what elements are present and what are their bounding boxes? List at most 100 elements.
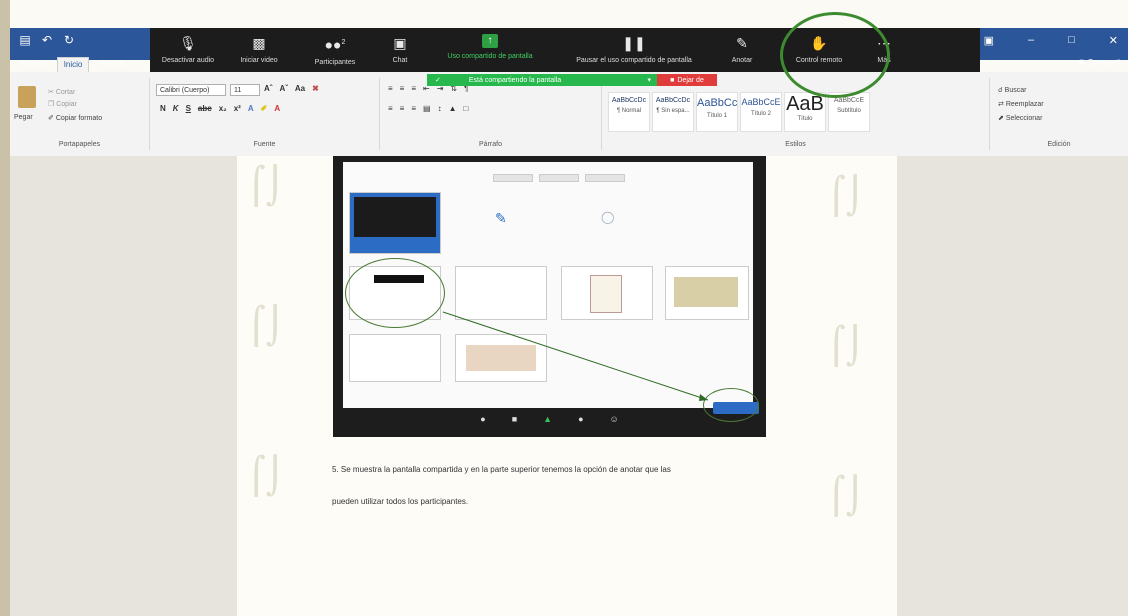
- editing-group-label: Edición: [1047, 141, 1071, 148]
- check-icon: ✓: [435, 77, 441, 84]
- align-center-icon[interactable]: ≡: [400, 104, 405, 113]
- italic-icon[interactable]: K: [173, 104, 179, 113]
- borders-icon[interactable]: □: [464, 104, 469, 113]
- stop-icon: ■: [670, 76, 675, 84]
- start-video-button[interactable]: ▩ Iniciar video: [226, 28, 292, 72]
- style-subtitle[interactable]: AaBbCcE Subtítulo: [828, 92, 870, 132]
- pause-icon: ❚❚: [622, 35, 646, 51]
- numbering-icon[interactable]: ≡: [400, 84, 405, 93]
- save-icon[interactable]: ▤: [18, 33, 32, 47]
- share-icon: ☯: [1078, 58, 1086, 67]
- change-case-icon[interactable]: Aa: [295, 84, 305, 93]
- style-sample: AaBbCcE: [741, 97, 781, 107]
- font-name-select[interactable]: Calibri (Cuerpo): [156, 84, 226, 96]
- clear-format-icon[interactable]: ✖: [312, 84, 319, 93]
- copy-button[interactable]: ❐ Copiar: [48, 100, 77, 108]
- stop-share-label: Dejar de: [677, 76, 704, 84]
- share-screen-label: Uso compartido de pantalla: [447, 53, 533, 60]
- stop-share-button[interactable]: ■ Dejar de: [657, 74, 717, 86]
- copy-label: Copiar: [56, 101, 77, 108]
- redo-icon[interactable]: ↻: [62, 33, 76, 47]
- share-button[interactable]: ☯ Comparti: [1078, 58, 1120, 67]
- select-button[interactable]: ⬈ Seleccionar: [998, 114, 1042, 122]
- style-title[interactable]: AaB Título: [784, 92, 826, 132]
- shrink-font-icon[interactable]: Aˇ: [279, 84, 287, 93]
- bullets-icon[interactable]: ≡: [388, 84, 393, 93]
- multilevel-icon[interactable]: ≡: [411, 84, 416, 93]
- tab-insertar[interactable]: Inserta: [93, 57, 129, 73]
- font-size-select[interactable]: 11: [230, 84, 260, 96]
- paste-icon[interactable]: [18, 86, 36, 108]
- align-left-icon[interactable]: ≡: [388, 104, 393, 113]
- minimize-icon[interactable]: –: [1028, 34, 1034, 47]
- participants-icon: ●: [480, 414, 486, 424]
- style-name: ¶ Sin espa...: [656, 108, 690, 114]
- style-no-spacing[interactable]: AaBbCcDc ¶ Sin espa...: [652, 92, 694, 132]
- participants-count-badge: 2: [341, 39, 346, 46]
- tab-inicio[interactable]: Inicio: [56, 57, 90, 73]
- grow-font-icon[interactable]: Aˆ: [264, 84, 272, 93]
- underline-icon[interactable]: S: [186, 104, 191, 113]
- paragraph-line-2: pueden utilizar todos los participantes.: [332, 497, 469, 506]
- find-label: Buscar: [1004, 87, 1027, 94]
- mute-audio-button[interactable]: 🎙 Desactivar audio: [150, 28, 226, 72]
- undo-icon[interactable]: ↶: [40, 33, 54, 47]
- annotate-label: Anotar: [731, 57, 753, 64]
- font-color-icon[interactable]: A: [274, 104, 280, 113]
- bold-icon[interactable]: N: [160, 104, 166, 113]
- find-button[interactable]: ☌ Buscar: [998, 86, 1026, 94]
- watermark-pattern: ⌠⌡: [827, 176, 865, 217]
- style-sample: AaBbCcDc: [611, 97, 647, 104]
- align-right-icon[interactable]: ≡: [411, 104, 416, 113]
- share-screen-button[interactable]: ↑ Uso compartido de pantalla: [422, 28, 558, 72]
- styles-group: AaBbCcDc ¶ Normal AaBbCcDc ¶ Sin espa... A…: [602, 78, 990, 150]
- embedded-screenshot: ✎ ◯ ● ■ ▲ ● ☺: [333, 156, 766, 437]
- paragraph-group: ≡ ≡ ≡ ⇤ ⇥ ⇅ ¶ ≡ ≡ ≡ ▤ ↕ ▲ □ Párrafo: [380, 78, 602, 150]
- format-painter-button[interactable]: ✐ Copiar formato: [48, 114, 102, 122]
- window-controls: ▣ – □ ✕: [984, 34, 1118, 47]
- watermark-pattern: ⌠⌡: [827, 326, 865, 367]
- shading-icon[interactable]: ▲: [449, 104, 457, 113]
- maximize-icon[interactable]: □: [1068, 34, 1075, 47]
- highlight-icon[interactable]: ✐: [261, 104, 268, 113]
- font-size-buttons: Aˆ Aˇ Aa ✖: [264, 84, 319, 93]
- annotate-highlight-circle: [780, 12, 890, 98]
- close-icon[interactable]: ✕: [1109, 34, 1118, 47]
- cut-button[interactable]: ✂ Cortar: [48, 88, 75, 96]
- pause-share-button[interactable]: ❚❚ Pausar el uso compartido de pantalla: [558, 28, 710, 72]
- chat-button[interactable]: ▣ Chat: [378, 28, 422, 72]
- justify-icon[interactable]: ▤: [423, 104, 431, 113]
- microphone-icon: 🎙: [179, 35, 197, 51]
- text-effects-icon[interactable]: A: [248, 104, 254, 113]
- share-screen-icon: ↑: [482, 34, 498, 48]
- clipboard-group-label: Portapapeles: [58, 141, 101, 148]
- style-normal[interactable]: AaBbCcDc ¶ Normal: [608, 92, 650, 132]
- annotate-button[interactable]: ✎ Anotar: [710, 28, 774, 72]
- line-spacing-icon[interactable]: ↕: [438, 104, 442, 113]
- paste-button[interactable]: Pegar: [14, 114, 33, 121]
- subscript-icon[interactable]: x₂: [219, 104, 227, 113]
- pencil-icon: ✎: [736, 35, 748, 51]
- watermark-pattern: ⌠⌡: [827, 476, 865, 517]
- style-heading-2[interactable]: AaBbCcE Título 2: [740, 92, 782, 132]
- style-heading-1[interactable]: AaBbCc Título 1: [696, 92, 738, 132]
- brush-icon: ✐: [48, 115, 54, 122]
- strikethrough-icon[interactable]: abc: [198, 104, 212, 113]
- participants-button[interactable]: ●●2 Participantes: [292, 28, 378, 72]
- start-video-label: Iniciar video: [240, 57, 278, 64]
- editing-group: ☌ Buscar ⇄ Reemplazar ⬈ Seleccionar Edic…: [990, 78, 1128, 150]
- replace-button[interactable]: ⇄ Reemplazar: [998, 100, 1044, 108]
- watermark-pattern: ⌠⌡: [247, 166, 285, 207]
- ribbon-display-icon[interactable]: ▣: [984, 34, 994, 47]
- select-label: Seleccionar: [1005, 115, 1043, 122]
- style-name: ¶ Normal: [616, 108, 642, 114]
- superscript-icon[interactable]: x²: [234, 104, 241, 113]
- style-sample: AaBbCc: [697, 97, 737, 109]
- sharing-dropdown-icon[interactable]: ▾: [647, 76, 651, 84]
- cut-label: Cortar: [55, 89, 76, 96]
- tab-archivo[interactable]: Archivo: [14, 57, 53, 73]
- sharing-indicator-text: Está compartiendo la pantalla: [468, 76, 562, 84]
- clipboard-group: Pegar ✂ Cortar ❐ Copiar ✐ Copiar formato…: [10, 78, 150, 150]
- share-label: Comparti: [1087, 58, 1120, 67]
- left-border: [0, 0, 10, 616]
